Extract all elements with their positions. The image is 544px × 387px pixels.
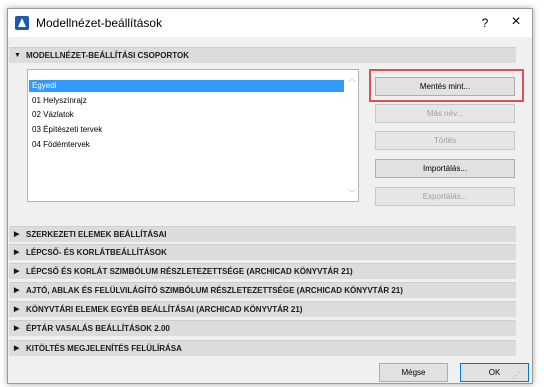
section-header-modellnezet-csoportok[interactable]: ▼ MODELLNÉZET-BEÁLLÍTÁSI CSOPORTOK <box>9 47 516 63</box>
section-header-kitoltes[interactable]: ▶ KITÖLTÉS MEGJELENÍTÉS FELÜLÍRÁSA <box>9 340 516 356</box>
collapse-arrow-icon: ▶ <box>14 231 20 238</box>
save-as-highlight-box <box>369 69 524 102</box>
section-title: KITÖLTÉS MEGJELENÍTÉS FELÜLÍRÁSA <box>26 344 182 353</box>
close-button[interactable]: × <box>507 13 525 31</box>
section-header-konyvtari-elemek[interactable]: ▶ KÖNYVTÁRI ELEMEK EGYÉB BEÁLLÍTÁSAI (AR… <box>9 301 516 317</box>
section-header-eptar-vasalas[interactable]: ▶ ÉPTÁR VASALÁS BEÁLLÍTÁSOK 2.00 <box>9 320 516 336</box>
list-item-egyedi[interactable]: Egyedi <box>29 80 344 92</box>
expand-arrow-icon: ▼ <box>14 52 21 59</box>
delete-button[interactable]: Törlés <box>375 131 515 150</box>
title-bar: Modellnézet-beállítások ? × <box>8 9 532 37</box>
cancel-button[interactable]: Mégse <box>379 363 448 382</box>
section-title: KÖNYVTÁRI ELEMEK EGYÉB BEÁLLÍTÁSAI (ARCH… <box>26 305 303 314</box>
archicad-app-icon <box>15 16 29 30</box>
section-title: SZERKEZETI ELEMEK BEÁLLÍTÁSAI <box>26 230 167 239</box>
export-button[interactable]: Exportálás... <box>375 187 515 206</box>
collapse-arrow-icon: ▶ <box>14 345 20 352</box>
list-item-epiteszeti-tervek[interactable]: 03 Építészeti tervek <box>29 124 344 136</box>
section-title: ÉPTÁR VASALÁS BEÁLLÍTÁSOK 2.00 <box>26 324 170 333</box>
scroll-up-arrow-icon[interactable]: ︿ <box>348 73 356 84</box>
collapse-arrow-icon: ▶ <box>14 268 20 275</box>
import-button[interactable]: Importálás... <box>375 159 515 178</box>
section-header-ajto-ablak[interactable]: ▶ AJTÓ, ABLAK ÉS FELÜLVILÁGÍTÓ SZIMBÓLUM… <box>9 282 516 298</box>
list-item-fodemtervek[interactable]: 04 Födémtervek <box>29 139 344 151</box>
rename-button[interactable]: Más név... <box>375 104 515 123</box>
section-header-lepcso-szimbolum[interactable]: ▶ LÉPCSŐ ÉS KORLÁT SZIMBÓLUM RÉSZLETEZET… <box>9 263 516 279</box>
section-title: AJTÓ, ABLAK ÉS FELÜLVILÁGÍTÓ SZIMBÓLUM R… <box>26 286 403 295</box>
groups-listbox[interactable]: Egyedi 01 Helyszínrajz 02 Vázlatok 03 Ép… <box>27 69 359 202</box>
section-header-szerkezeti-elemek[interactable]: ▶ SZERKEZETI ELEMEK BEÁLLÍTÁSAI <box>9 226 516 242</box>
list-item-vazlatok[interactable]: 02 Vázlatok <box>29 109 344 121</box>
collapse-arrow-icon: ▶ <box>14 325 20 332</box>
section-title: MODELLNÉZET-BEÁLLÍTÁSI CSOPORTOK <box>26 51 189 60</box>
section-title: LÉPCSŐ- ÉS KORLÁTBEÁLLÍTÁSOK <box>26 248 167 257</box>
collapse-arrow-icon: ▶ <box>14 249 20 256</box>
list-item-helyszinrajz[interactable]: 01 Helyszínrajz <box>29 95 344 107</box>
help-button[interactable]: ? <box>477 15 493 31</box>
section-title: LÉPCSŐ ÉS KORLÁT SZIMBÓLUM RÉSZLETEZETTS… <box>26 267 353 276</box>
section-header-lepcso-korlat[interactable]: ▶ LÉPCSŐ- ÉS KORLÁTBEÁLLÍTÁSOK <box>9 244 516 260</box>
resize-grip-icon[interactable]: ⋰ <box>512 371 520 380</box>
scroll-down-arrow-icon[interactable]: ﹀ <box>348 188 356 199</box>
window-title: Modellnézet-beállítások <box>36 16 163 30</box>
collapse-arrow-icon: ▶ <box>14 287 20 294</box>
collapse-arrow-icon: ▶ <box>14 306 20 313</box>
